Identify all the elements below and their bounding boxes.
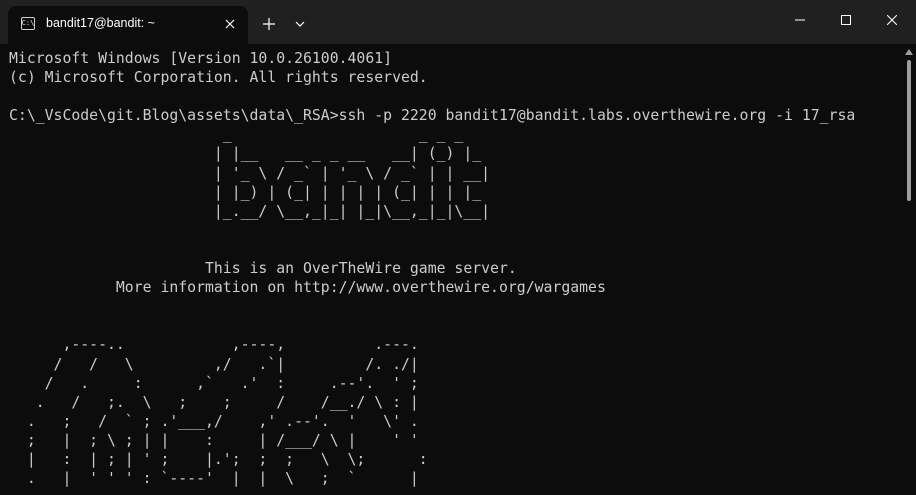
terminal-line: / . : ,` .' : .--'. ' ; (9, 374, 419, 392)
tab-close-icon[interactable] (222, 16, 238, 32)
terminal-line: | |_) | (_| | | | | (_| | | |_ (9, 183, 482, 201)
terminal-icon: C:\ (21, 17, 35, 30)
terminal-icon-glyph: C:\ (21, 19, 35, 27)
terminal-line (9, 316, 900, 335)
tab-title: bandit17@bandit: ~ (46, 16, 155, 30)
terminal-output[interactable]: Microsoft Windows [Version 10.0.26100.40… (9, 49, 900, 495)
close-icon (887, 15, 897, 25)
scrollbar-thumb[interactable] (907, 60, 911, 201)
terminal-line: | '_ \ / _` | '_ \ / _` | | __| (9, 164, 491, 182)
terminal-line: C:\_VsCode\git.Blog\assets\data\_RSA>ssh… (9, 107, 856, 125)
new-tab-button[interactable] (259, 14, 279, 34)
chevron-down-icon (295, 21, 305, 27)
title-bar: C:\ bandit17@bandit: ~ (0, 0, 916, 44)
terminal-line: . | ' ' ' : `----' | | \ ; ` | (9, 470, 419, 488)
tab-dropdown-button[interactable] (290, 14, 310, 34)
maximize-button[interactable] (823, 0, 869, 40)
terminal-line (9, 240, 900, 259)
terminal-line (9, 221, 900, 240)
terminal-line (9, 87, 900, 106)
terminal-line: This is an OverTheWire game server. (9, 260, 517, 278)
terminal-line: (c) Microsoft Corporation. All rights re… (9, 69, 428, 87)
plus-icon (263, 18, 275, 30)
tab-bandit17[interactable]: C:\ bandit17@bandit: ~ (8, 6, 248, 44)
terminal-line: |_.__/ \__,_|_| |_|\__,_|_|\__| (9, 202, 491, 220)
terminal-line: Microsoft Windows [Version 10.0.26100.40… (9, 50, 393, 67)
maximize-icon (841, 15, 851, 25)
terminal-line: ,----.. ,----, .---. (9, 336, 419, 354)
terminal-line: . / ;. \ ; ; / /__./ \ : | (9, 393, 419, 411)
close-button[interactable] (869, 0, 915, 40)
terminal-line: . ; / ` ; .'___,/ ,' .--'. ' \' . (9, 412, 419, 430)
terminal-line: | |__ __ _ _ __ __| (_) |_ (9, 145, 482, 163)
vertical-scrollbar[interactable] (902, 44, 916, 495)
minimize-button[interactable] (777, 0, 823, 40)
terminal-line (9, 297, 900, 316)
terminal-line: ; | ; \ ; | | : | /___/ \ | ' ' (9, 431, 419, 449)
minimize-icon (795, 19, 805, 21)
terminal-line: _ _ _ _ (9, 126, 464, 144)
terminal-line: / / \ ,/ .`| /. ./| (9, 355, 419, 373)
scroll-up-arrow-icon[interactable] (905, 48, 913, 56)
terminal-line: More information on http://www.overthewi… (9, 279, 606, 297)
terminal-line: | : | ; | ' ; |.'; ; ; \ \; : (9, 450, 428, 468)
